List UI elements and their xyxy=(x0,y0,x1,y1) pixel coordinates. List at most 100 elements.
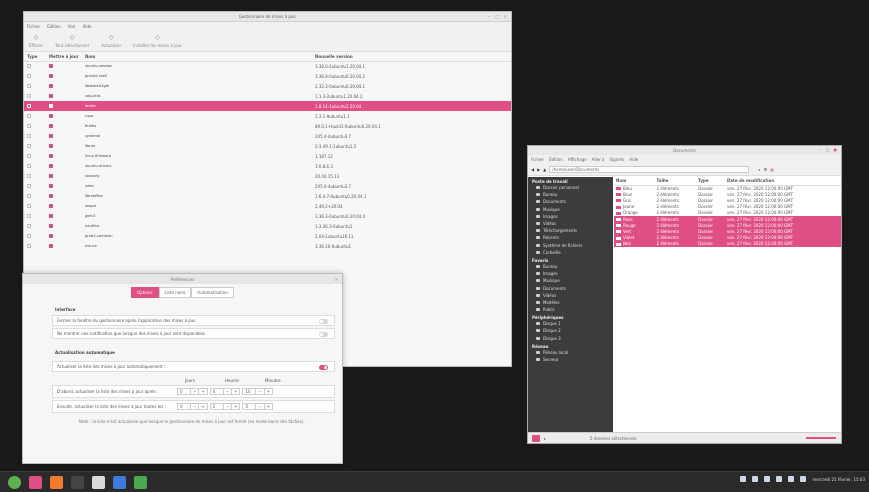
sidebar-item[interactable]: Dossier personnel xyxy=(528,184,613,191)
sidebar-item[interactable]: Bureau xyxy=(528,191,613,198)
file-manager-titlebar[interactable]: Documents – □ ● xyxy=(528,146,841,155)
tab-liste-noire[interactable]: Liste noire xyxy=(158,287,192,298)
network-icon[interactable] xyxy=(740,476,747,482)
table-row[interactable]: evince 3.36.10-0ubuntu1 xyxy=(24,241,511,251)
table-row[interactable]: ubuntu-session 3.36.0-2ubuntu1.20.04.1 xyxy=(24,61,511,71)
sidebar-item[interactable]: Disque 1 xyxy=(528,320,613,327)
column-header[interactable]: Date de modification xyxy=(725,177,841,186)
back-icon[interactable]: ◀ xyxy=(531,167,534,172)
increase-button[interactable]: + xyxy=(231,404,239,409)
update-manager-titlebar[interactable]: Gestionnaire de mises à jour – □ × xyxy=(24,12,511,22)
zoom-slider[interactable] xyxy=(806,437,836,439)
increase-button[interactable]: + xyxy=(263,404,272,409)
update-checkbox[interactable] xyxy=(49,103,53,108)
auto-refresh-switch[interactable] xyxy=(319,365,328,370)
toolbar-button[interactable]: ◇ Actualiser xyxy=(101,34,121,48)
shield-icon[interactable] xyxy=(134,475,147,489)
folder-icon[interactable] xyxy=(92,475,105,489)
search-icon[interactable]: ⌕ xyxy=(758,167,760,172)
terminal-toggle-icon[interactable]: ▸ xyxy=(544,436,546,441)
toolbar-button[interactable]: ◇ Effacer xyxy=(29,34,43,48)
volume-icon[interactable] xyxy=(752,476,759,482)
terminal-icon[interactable] xyxy=(71,475,84,489)
table-row[interactable]: snapd 2.49.2+20.04 xyxy=(24,201,511,211)
sidebar-toggle-button[interactable] xyxy=(532,434,540,442)
sidebar-item[interactable]: Public xyxy=(528,306,613,313)
interval-spinbox[interactable]: 2 − + xyxy=(209,403,241,410)
interval-spinbox[interactable]: 0 − + xyxy=(177,403,208,410)
window-icon[interactable] xyxy=(113,475,126,489)
sidebar-item[interactable]: Téléchargements xyxy=(528,227,613,234)
menu-icon[interactable] xyxy=(8,475,21,489)
up-icon[interactable]: ▲ xyxy=(543,167,546,172)
column-header[interactable]: Mettre à jour xyxy=(46,52,82,62)
update-checkbox[interactable] xyxy=(49,213,53,218)
decrease-button[interactable]: − xyxy=(222,404,231,409)
minimize-icon[interactable]: – xyxy=(820,147,822,152)
tab-options[interactable]: Options xyxy=(131,287,159,298)
bluetooth-icon[interactable] xyxy=(776,476,783,482)
menu-item[interactable]: Voir xyxy=(68,24,76,29)
menu-item[interactable]: Aller à xyxy=(592,157,605,162)
decrease-button[interactable]: − xyxy=(222,389,231,394)
update-icon[interactable] xyxy=(764,476,771,482)
menu-item[interactable]: Édition xyxy=(47,24,61,29)
menu-item[interactable]: Aide xyxy=(629,157,638,162)
sidebar-item[interactable]: Bureau xyxy=(528,263,613,270)
clock[interactable]: mercredi 21 février, 15:03 xyxy=(812,477,865,482)
close-icon[interactable]: ● xyxy=(834,147,838,152)
file-row[interactable]: Noir 2 éléments Dossier ven. 27 févr. 2020 … xyxy=(614,240,841,247)
sidebar-item[interactable]: Disque 2 xyxy=(528,327,613,334)
table-row[interactable]: nautilus 1:3.36.3-0ubuntu1 xyxy=(24,221,511,231)
location-bar[interactable]: /home/user/Documents xyxy=(549,165,750,173)
update-checkbox[interactable] xyxy=(49,93,53,98)
option-switch[interactable] xyxy=(319,332,328,337)
grid-view-icon[interactable]: ▦ xyxy=(770,167,774,172)
decrease-button[interactable]: − xyxy=(255,389,263,394)
update-checkbox[interactable] xyxy=(49,173,53,178)
list-view-icon[interactable]: ☰ xyxy=(763,167,767,172)
update-checkbox[interactable] xyxy=(49,133,53,138)
battery-icon[interactable] xyxy=(788,476,795,482)
sidebar-item[interactable]: Disque 3 xyxy=(528,335,613,342)
interval-spinbox[interactable]: 0 − + xyxy=(209,388,241,395)
forward-icon[interactable]: ▶ xyxy=(537,167,540,172)
menu-item[interactable]: Fichier xyxy=(27,24,40,29)
interval-spinbox[interactable]: 0 − + xyxy=(177,388,208,395)
sidebar-item[interactable]: Musique xyxy=(528,206,613,213)
table-row[interactable]: libnss 2:3.49.1-1ubuntu1.5 xyxy=(24,141,511,151)
update-checkbox[interactable] xyxy=(49,193,53,198)
table-row[interactable]: libwebkit2gtk 2.32.3-0ubuntu0.20.04.1 xyxy=(24,81,511,91)
close-icon[interactable]: × xyxy=(504,14,507,19)
sidebar-item[interactable]: Système de fichiers xyxy=(528,242,613,249)
table-row[interactable]: gdm3 3.36.3-0ubuntu0.20.04.4 xyxy=(24,211,511,221)
sidebar-item[interactable]: Réseau local xyxy=(528,349,613,356)
menu-item[interactable]: Édition xyxy=(549,157,563,162)
increase-button[interactable]: + xyxy=(198,404,206,409)
table-row[interactable]: grub2-common 2.04-1ubuntu26.11 xyxy=(24,231,511,241)
close-icon[interactable]: × xyxy=(335,277,338,282)
column-header[interactable]: Type xyxy=(696,177,725,186)
table-row[interactable]: linux-firmware 1.187.12 xyxy=(24,151,511,161)
menu-item[interactable]: Affichage xyxy=(568,157,587,162)
update-checkbox[interactable] xyxy=(49,143,53,148)
sidebar-item[interactable]: Récents xyxy=(528,234,613,241)
update-checkbox[interactable] xyxy=(49,223,53,228)
sidebar-item[interactable]: Images xyxy=(528,270,613,277)
maximize-icon[interactable]: □ xyxy=(495,14,499,19)
update-checkbox[interactable] xyxy=(49,83,53,88)
decrease-button[interactable]: − xyxy=(255,404,263,409)
files-icon[interactable] xyxy=(29,475,42,489)
increase-button[interactable]: + xyxy=(198,389,206,394)
menu-item[interactable]: Fichier xyxy=(531,157,544,162)
update-checkbox[interactable] xyxy=(49,163,53,168)
update-checkbox[interactable] xyxy=(49,63,53,68)
sidebar-item[interactable]: Images xyxy=(528,213,613,220)
table-row[interactable]: locale 1.8.14-1ubuntu1.20.04 xyxy=(24,101,511,111)
update-checkbox[interactable] xyxy=(49,153,53,158)
sidebar-item[interactable]: Documents xyxy=(528,284,613,291)
menu-item[interactable]: Signets xyxy=(610,157,625,162)
decrease-button[interactable]: − xyxy=(190,404,198,409)
column-header[interactable]: Taille xyxy=(654,177,697,186)
update-checkbox[interactable] xyxy=(49,233,53,238)
